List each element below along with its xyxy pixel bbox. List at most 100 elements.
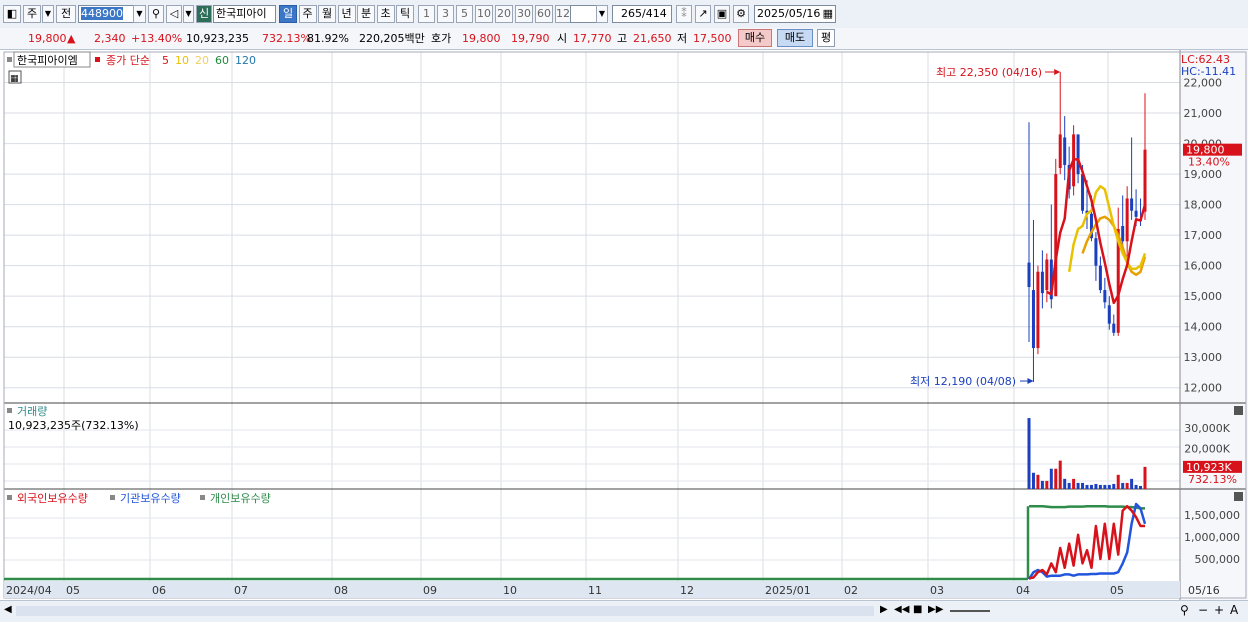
high-price: 21,650 xyxy=(633,32,672,45)
candle-body xyxy=(1036,271,1040,349)
interval-tab-20[interactable]: 20 xyxy=(495,5,513,23)
prev-label: 전 xyxy=(60,7,72,20)
date-tick-label: 08 xyxy=(334,584,348,597)
window-menu-icon[interactable]: ◧ xyxy=(3,5,21,23)
date-tick-label: 2024/04 xyxy=(6,584,52,597)
volume-bar xyxy=(1045,480,1049,489)
volume-bar xyxy=(1040,480,1044,489)
date-tick-label: 07 xyxy=(234,584,248,597)
current-price: 19,800 xyxy=(28,32,67,45)
sell-button[interactable]: 매도 xyxy=(777,29,813,47)
scroll-track[interactable] xyxy=(16,606,874,616)
holding-legend-marker xyxy=(7,495,12,500)
scroll-left-icon[interactable]: ◀ xyxy=(4,604,14,618)
ma-period-60: 60 xyxy=(215,54,229,67)
change-amount: 2,340 xyxy=(94,32,126,45)
settings-gear-icon[interactable]: ⚙ xyxy=(733,5,749,23)
speaker-dropdown-icon[interactable]: ▼ xyxy=(183,5,194,23)
volume-bar xyxy=(1103,484,1107,489)
interval-tab-5[interactable]: 5 xyxy=(456,5,473,23)
price-tick-label: 19,000 xyxy=(1184,168,1223,181)
volume-bar xyxy=(1054,468,1058,489)
volume-bar xyxy=(1031,472,1035,489)
market-selector[interactable]: 주 xyxy=(23,5,41,23)
code-dropdown-icon[interactable]: ▼ xyxy=(133,5,146,23)
calendar-icon[interactable]: ▦ xyxy=(823,6,833,22)
period-tab-1[interactable]: 주 xyxy=(298,5,317,23)
ma-period-120: 120 xyxy=(235,54,256,67)
buy-button[interactable]: 매수 xyxy=(738,29,772,47)
volume-bar xyxy=(1139,485,1143,489)
candle-body xyxy=(1027,262,1031,288)
interval-tab-10[interactable]: 10 xyxy=(475,5,493,23)
period-tab-3[interactable]: 년 xyxy=(337,5,356,23)
prev-button[interactable]: 전 xyxy=(56,5,76,23)
candle-body xyxy=(1045,259,1049,291)
draw-tool-icon[interactable]: ↗ xyxy=(695,5,711,23)
date-field[interactable]: 2025/05/16 ▦ xyxy=(754,5,836,23)
candle-body xyxy=(1098,265,1102,291)
period-tab-2[interactable]: 월 xyxy=(318,5,336,23)
zoom-search-icon[interactable]: ⚲ xyxy=(1180,603,1189,617)
code-input[interactable]: 448900 xyxy=(78,5,134,23)
stop-icon[interactable]: ■ xyxy=(913,604,922,615)
font-size-icon[interactable]: A xyxy=(1230,603,1238,617)
volume-value: 10,923,235주(732.13%) xyxy=(8,419,139,432)
fast-forward-icon[interactable]: ▶▶ xyxy=(928,604,943,615)
volume-bar xyxy=(1094,483,1098,489)
interval-tab-3[interactable]: 3 xyxy=(437,5,454,23)
rewind-icon[interactable]: ◀◀ xyxy=(894,604,909,615)
price-tick-label: 22,000 xyxy=(1184,77,1223,90)
volume-tick-label: 20,000K xyxy=(1184,442,1230,455)
interval-tab-30[interactable]: 30 xyxy=(515,5,533,23)
candle-body xyxy=(1112,323,1116,333)
scroll-right-icon[interactable]: ▶ xyxy=(880,604,888,615)
volume-bar xyxy=(1116,474,1120,489)
price-tick-label: 12,000 xyxy=(1184,382,1223,395)
toolbar: ◧ 주 ▼ 전 448900 ▼ ⚲ ◁ ▼ 신 한국피아이 일주월년분초틱 1… xyxy=(0,0,1248,29)
speaker-icon[interactable]: ◁ xyxy=(166,5,182,23)
interval-tab-1[interactable]: 1 xyxy=(418,5,435,23)
volume-bar xyxy=(1049,468,1053,489)
chart-type-icon[interactable]: ⁑ xyxy=(676,5,692,23)
volume-bar xyxy=(1130,478,1134,489)
volume-bar xyxy=(1121,482,1125,489)
holding-tick-label: 1,000,000 xyxy=(1184,531,1240,544)
date-tick-label: 06 xyxy=(152,584,166,597)
count-field[interactable]: 265/414 xyxy=(612,5,672,23)
open-price: 17,770 xyxy=(573,32,612,45)
calculator-glyph: ▦ xyxy=(10,74,19,84)
candle-body xyxy=(1125,198,1129,242)
interval-tab-60[interactable]: 60 xyxy=(535,5,553,23)
period-tab-0[interactable]: 일 xyxy=(279,5,297,23)
date-tick-label: 02 xyxy=(844,584,858,597)
period-tab-5[interactable]: 초 xyxy=(376,5,395,23)
candle-body xyxy=(1107,305,1111,324)
volume-bar xyxy=(1058,460,1062,489)
interval-dropdown-icon[interactable]: ▼ xyxy=(596,5,608,23)
date-tick-label: 2025/01 xyxy=(765,584,811,597)
last-volume-pct-text: 732.13% xyxy=(1188,473,1237,486)
period-tab-4[interactable]: 분 xyxy=(357,5,375,23)
price-tick-label: 18,000 xyxy=(1184,199,1223,212)
search-icon[interactable]: ⚲ xyxy=(148,5,164,23)
hoga-label: 호가 xyxy=(431,32,452,45)
volume-bar xyxy=(1081,482,1085,489)
price-tick-label: 16,000 xyxy=(1184,260,1223,273)
zoom-slider[interactable] xyxy=(950,610,990,612)
candle-body xyxy=(1094,238,1098,266)
candle-body xyxy=(1143,149,1147,212)
holding-legend-2: 개인보유수량 xyxy=(210,492,271,505)
volume-legend-marker xyxy=(7,408,12,413)
market-dropdown-icon[interactable]: ▼ xyxy=(42,5,54,23)
period-tab-6[interactable]: 틱 xyxy=(396,5,414,23)
zoom-in-icon[interactable]: + xyxy=(1214,603,1224,617)
holding-legend-marker xyxy=(110,495,115,500)
zoom-out-icon[interactable]: − xyxy=(1198,603,1208,617)
eval-button[interactable]: 평 xyxy=(817,29,835,47)
volume-bar xyxy=(1085,484,1089,489)
price-tick-label: 21,000 xyxy=(1184,107,1223,120)
volume-bar xyxy=(1089,484,1093,489)
date-tick-label: 05 xyxy=(66,584,80,597)
save-icon[interactable]: ▣ xyxy=(714,5,730,23)
